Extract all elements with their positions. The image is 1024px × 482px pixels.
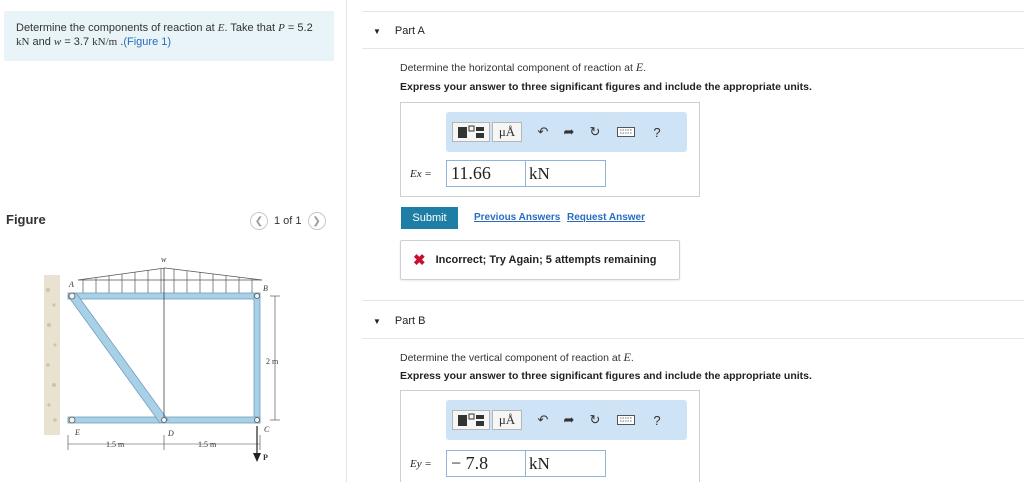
part-b-toolbar: μÅ ↶ ➦ ↻ ? <box>446 400 687 440</box>
part-b-instruction: Express your answer to three significant… <box>400 370 812 382</box>
panel-divider <box>346 0 347 482</box>
next-figure-button[interactable]: ❯ <box>307 212 326 230</box>
member-bc <box>253 292 261 424</box>
pin-e <box>68 416 76 424</box>
pin-c <box>254 417 260 423</box>
point-e: E <box>217 22 225 34</box>
part-a-header-rule <box>362 48 1024 49</box>
label-1-5m-left: 1.5 m <box>106 440 125 449</box>
templates-button[interactable] <box>452 122 490 142</box>
submit-button[interactable]: Submit <box>401 207 458 229</box>
figure-page-count: 1 of 1 <box>274 215 302 227</box>
part-b-header[interactable]: ▼ Part B <box>373 315 426 327</box>
part-a-title: Part A <box>394 25 425 37</box>
undo-icon[interactable]: ↶ <box>530 122 556 142</box>
keyboard-icon[interactable] <box>608 122 644 142</box>
collapse-triangle-icon: ▼ <box>373 316 381 326</box>
templates-button[interactable] <box>452 410 490 430</box>
ex-unit-field[interactable]: kN <box>526 160 606 187</box>
label-2m: 2 m <box>266 357 279 366</box>
label-b: B <box>263 284 268 293</box>
part-a-question: Determine the horizontal component of re… <box>400 60 647 74</box>
ey-unit-field[interactable]: kN <box>526 450 606 477</box>
wall <box>44 275 60 435</box>
figure-pager: ❮ 1 of 1 ❯ <box>250 212 326 230</box>
part-a-instruction: Express your answer to three significant… <box>400 81 812 93</box>
part-b-title: Part B <box>394 315 426 327</box>
part-b-question: Determine the vertical component of reac… <box>400 350 634 364</box>
help-icon[interactable]: ? <box>644 410 670 430</box>
reset-icon[interactable]: ↻ <box>582 122 608 142</box>
figure-heading: Figure <box>6 212 46 227</box>
reset-icon[interactable]: ↻ <box>582 410 608 430</box>
part-b-header-rule <box>362 338 1024 339</box>
part-a-toolbar: μÅ ↶ ➦ ↻ ? <box>446 112 687 152</box>
error-x-icon: ✖ <box>413 252 426 269</box>
member-ad <box>67 292 169 424</box>
previous-answers-link[interactable]: Previous Answers <box>474 212 560 223</box>
distributed-load <box>77 267 263 281</box>
ey-value-field[interactable]: − 7.8 <box>446 450 526 477</box>
part-b-answer-area: μÅ ↶ ➦ ↻ ? Ey = − 7.8 kN <box>400 390 700 482</box>
label-p: P <box>263 453 268 462</box>
chevron-left-icon: ❮ <box>254 215 264 227</box>
figure-link[interactable]: (Figure 1) <box>123 36 171 48</box>
part-a-header[interactable]: ▼ Part A <box>373 25 425 37</box>
pin-d <box>161 417 167 423</box>
problem-line-2: kN and w = 3.7 kN/m .(Figure 1) <box>16 36 172 48</box>
label-d: D <box>167 429 174 438</box>
help-icon[interactable]: ? <box>644 122 670 142</box>
templates-icon <box>458 125 484 138</box>
part-a-answer-row: Ex = 11.66 kN <box>410 160 606 187</box>
part-a-answer-area: μÅ ↶ ➦ ↻ ? Ex = 11.66 kN <box>400 102 700 197</box>
part-b-top-rule <box>362 300 1024 301</box>
label-a: A <box>68 280 74 289</box>
pin-b <box>254 293 260 299</box>
part-b-answer-row: Ey = − 7.8 kN <box>410 450 606 477</box>
pin-a <box>68 292 76 300</box>
undo-icon[interactable]: ↶ <box>530 410 556 430</box>
problem-line-1: Determine the components of reaction at … <box>16 22 313 34</box>
p-variable: P <box>278 22 285 34</box>
prev-figure-button[interactable]: ❮ <box>250 212 268 230</box>
incorrect-feedback: ✖ Incorrect; Try Again; 5 attempts remai… <box>400 240 680 280</box>
templates-icon <box>458 413 484 426</box>
label-e: E <box>74 428 80 437</box>
redo-icon[interactable]: ➦ <box>556 122 582 142</box>
part-a-top-rule <box>362 11 1024 12</box>
label-c: C <box>264 425 270 434</box>
units-button[interactable]: μÅ <box>492 122 522 142</box>
keyboard-icon[interactable] <box>608 410 644 430</box>
ex-value-field[interactable]: 11.66 <box>446 160 526 187</box>
ey-label: Ey = <box>410 457 432 470</box>
problem-statement: Determine the components of reaction at … <box>4 11 334 61</box>
label-1-5m-right: 1.5 m <box>198 440 217 449</box>
ex-label: Ex = <box>410 167 432 180</box>
feedback-text: Incorrect; Try Again; 5 attempts remaini… <box>435 254 657 266</box>
chevron-right-icon: ❯ <box>312 215 321 227</box>
label-w: w <box>161 255 167 264</box>
request-answer-link[interactable]: Request Answer <box>567 212 645 223</box>
redo-icon[interactable]: ➦ <box>556 410 582 430</box>
units-button[interactable]: μÅ <box>492 410 522 430</box>
collapse-triangle-icon: ▼ <box>373 26 381 36</box>
load-p-arrowhead <box>253 453 261 462</box>
load-arrows <box>82 269 253 293</box>
truss-figure: w A B C D E 2 m 1.5 m 1.5 m P <box>44 255 280 462</box>
